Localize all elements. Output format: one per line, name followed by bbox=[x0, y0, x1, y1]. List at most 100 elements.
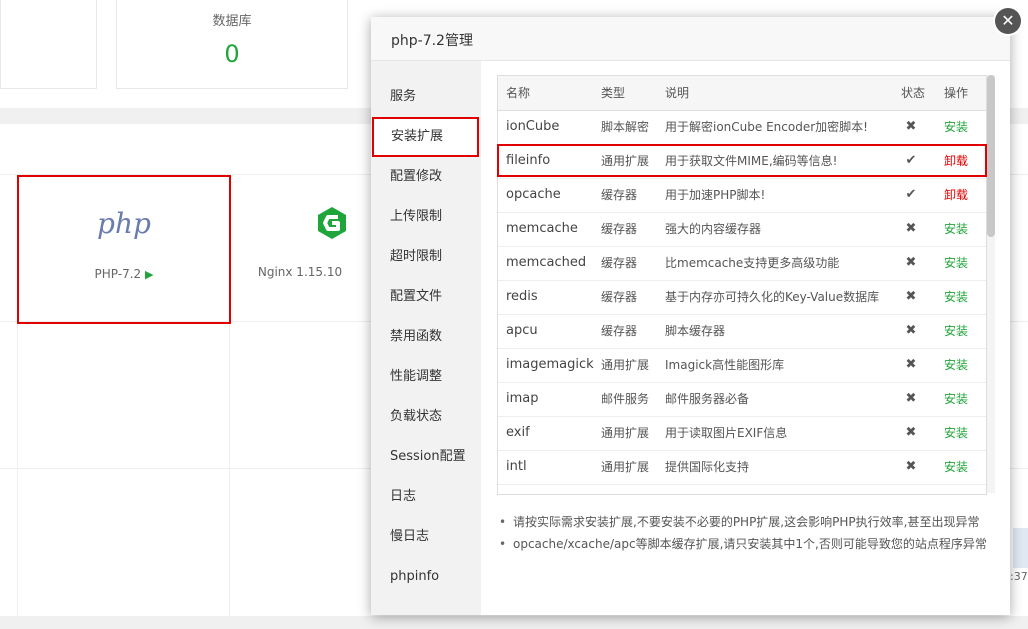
table-row: opcache 缓存器 用于加速PHP脚本! ✔ 卸载 bbox=[498, 178, 986, 213]
tip-item: opcache/xcache/apc等脚本缓存扩展,请只安装其中1个,否则可能导… bbox=[497, 533, 997, 555]
not-installed-x-icon: ✖ bbox=[905, 289, 917, 304]
header-desc: 说明 bbox=[665, 86, 690, 100]
play-icon[interactable]: ▶ bbox=[145, 268, 153, 281]
extension-name: ionCube bbox=[506, 119, 560, 134]
not-installed-x-icon: ✖ bbox=[905, 391, 917, 406]
sidebar-item-performance[interactable]: 性能调整 bbox=[371, 357, 481, 397]
table-row: memcached 缓存器 比memcache支持更多高级功能 ✖ 安装 bbox=[498, 246, 986, 281]
sidebar-item-config-file[interactable]: 配置文件 bbox=[371, 277, 481, 317]
uninstall-button[interactable]: 卸载 bbox=[944, 178, 968, 212]
table-row: apcu 缓存器 脚本缓存器 ✖ 安装 bbox=[498, 314, 986, 349]
header-name: 名称 bbox=[506, 86, 531, 100]
extension-name: memcached bbox=[506, 255, 587, 270]
extensions-table: 名称 类型 说明 状态 操作 ionCube 脚本解密 用于解密ionCube En… bbox=[497, 75, 987, 495]
extension-type: 缓存器 bbox=[601, 256, 638, 270]
dialog-sidebar: 服务 安装扩展 配置修改 上传限制 超时限制 配置文件 禁用函数 性能调整 负载… bbox=[371, 61, 481, 615]
table-row: memcache 缓存器 强大的内容缓存器 ✖ 安装 bbox=[498, 212, 986, 247]
table-row: imagemagick 通用扩展 Imagick高性能图形库 ✖ 安装 bbox=[498, 348, 986, 383]
install-button[interactable]: 安装 bbox=[944, 110, 968, 144]
sidebar-item-load-status[interactable]: 负载状态 bbox=[371, 397, 481, 437]
extension-type: 通用扩展 bbox=[601, 460, 650, 474]
extension-desc: 脚本缓存器 bbox=[665, 324, 726, 338]
extension-desc: 用于解密ionCube Encoder加密脚本! bbox=[665, 120, 868, 134]
extension-desc: 提供国际化支持 bbox=[665, 460, 750, 474]
software-card-php[interactable]: php PHP-7.2 ▶ bbox=[17, 175, 231, 324]
database-stat-label: 数据库 bbox=[212, 14, 252, 29]
chart-fragment bbox=[1013, 528, 1028, 568]
not-installed-x-icon: ✖ bbox=[905, 425, 917, 440]
install-button[interactable]: 安装 bbox=[944, 416, 968, 450]
sidebar-item-config-edit[interactable]: 配置修改 bbox=[371, 157, 481, 197]
not-installed-x-icon: ✖ bbox=[905, 119, 917, 134]
not-installed-x-icon: ✖ bbox=[905, 323, 917, 338]
extension-name: imap bbox=[506, 391, 539, 406]
table-row: imap 邮件服务 邮件服务器必备 ✖ 安装 bbox=[498, 382, 986, 417]
dialog-header: php-7.2管理 bbox=[371, 17, 1010, 61]
software-name: PHP-7.2 bbox=[94, 267, 142, 281]
database-stat-card[interactable]: 数据库 0 bbox=[116, 0, 348, 89]
table-row: intl 通用扩展 提供国际化支持 ✖ 安装 bbox=[498, 450, 986, 485]
extension-type: 通用扩展 bbox=[601, 358, 650, 372]
sidebar-item-phpinfo[interactable]: phpinfo bbox=[371, 557, 481, 597]
fileinfo-row-highlight bbox=[497, 144, 987, 177]
sidebar-item-log[interactable]: 日志 bbox=[371, 477, 481, 517]
extension-type: 邮件服务 bbox=[601, 392, 650, 406]
software-card-nginx[interactable]: Nginx 1.15.10 bbox=[230, 175, 370, 320]
extension-name: apcu bbox=[506, 323, 538, 338]
sidebar-item-slow-log[interactable]: 慢日志 bbox=[371, 517, 481, 557]
not-installed-x-icon: ✖ bbox=[905, 221, 917, 236]
install-button[interactable]: 安装 bbox=[944, 246, 968, 280]
extension-desc: 邮件服务器必备 bbox=[665, 392, 750, 406]
not-installed-x-icon: ✖ bbox=[905, 357, 917, 372]
close-icon[interactable]: ✕ bbox=[995, 8, 1021, 34]
extension-desc: 强大的内容缓存器 bbox=[665, 222, 762, 236]
tips-list: 请按实际需求安装扩展,不要安装不必要的PHP扩展,这会影响PHP执行效率,甚至出… bbox=[497, 511, 997, 555]
extension-type: 缓存器 bbox=[601, 290, 638, 304]
tip-item: 请按实际需求安装扩展,不要安装不必要的PHP扩展,这会影响PHP执行效率,甚至出… bbox=[497, 511, 997, 533]
header-status: 状态 bbox=[901, 86, 926, 100]
extension-desc: 基于内存亦可持久化的Key-Value数据库 bbox=[665, 290, 880, 304]
extension-name: imagemagick bbox=[506, 357, 594, 372]
table-row: ionCube 脚本解密 用于解密ionCube Encoder加密脚本! ✖ 安装 bbox=[498, 110, 986, 145]
table-header: 名称 类型 说明 状态 操作 bbox=[498, 76, 986, 111]
installed-check-icon: ✔ bbox=[905, 187, 917, 202]
header-op: 操作 bbox=[944, 86, 969, 100]
install-button[interactable]: 安装 bbox=[944, 314, 968, 348]
sidebar-item-disabled-functions[interactable]: 禁用函数 bbox=[371, 317, 481, 357]
header-type: 类型 bbox=[601, 86, 626, 100]
not-installed-x-icon: ✖ bbox=[905, 255, 917, 270]
stat-card bbox=[0, 0, 97, 89]
not-installed-x-icon: ✖ bbox=[905, 459, 917, 474]
install-button[interactable]: 安装 bbox=[944, 382, 968, 416]
database-count[interactable]: 0 bbox=[117, 40, 347, 68]
extension-desc: Imagick高性能图形库 bbox=[665, 358, 785, 372]
install-button[interactable]: 安装 bbox=[944, 450, 968, 484]
extension-name: intl bbox=[506, 459, 527, 474]
table-row: exif 通用扩展 用于读取图片EXIF信息 ✖ 安装 bbox=[498, 416, 986, 451]
dialog-title: php-7.2管理 bbox=[391, 33, 473, 49]
extension-desc: 用于加速PHP脚本! bbox=[665, 188, 766, 202]
extension-type: 缓存器 bbox=[601, 324, 638, 338]
extension-desc: 用于读取图片EXIF信息 bbox=[665, 426, 788, 440]
extension-type: 通用扩展 bbox=[601, 426, 650, 440]
sidebar-item-upload-limit[interactable]: 上传限制 bbox=[371, 197, 481, 237]
sidebar-item-timeout-limit[interactable]: 超时限制 bbox=[371, 237, 481, 277]
time-label: :37 bbox=[1010, 570, 1028, 583]
sidebar-item-install-extensions[interactable]: 安装扩展 bbox=[372, 117, 479, 157]
extension-type: 缓存器 bbox=[601, 222, 638, 236]
sidebar-item-service[interactable]: 服务 bbox=[371, 77, 481, 117]
php-manage-dialog: php-7.2管理 服务 安装扩展 配置修改 上传限制 超时限制 配置文件 禁用… bbox=[371, 17, 1010, 615]
install-button[interactable]: 安装 bbox=[944, 280, 968, 314]
software-name: Nginx 1.15.10 bbox=[257, 265, 343, 279]
nginx-logo-icon bbox=[318, 207, 346, 239]
divider bbox=[229, 321, 230, 616]
extension-name: redis bbox=[506, 289, 538, 304]
sidebar-item-session[interactable]: Session配置 bbox=[371, 437, 481, 477]
table-scrollbar-thumb[interactable] bbox=[987, 75, 995, 237]
install-button[interactable]: 安装 bbox=[944, 212, 968, 246]
php-logo: php bbox=[97, 207, 151, 240]
extension-desc: 比memcache支持更多高级功能 bbox=[665, 256, 840, 270]
divider bbox=[17, 321, 18, 616]
extension-type: 脚本解密 bbox=[601, 120, 650, 134]
install-button[interactable]: 安装 bbox=[944, 348, 968, 382]
